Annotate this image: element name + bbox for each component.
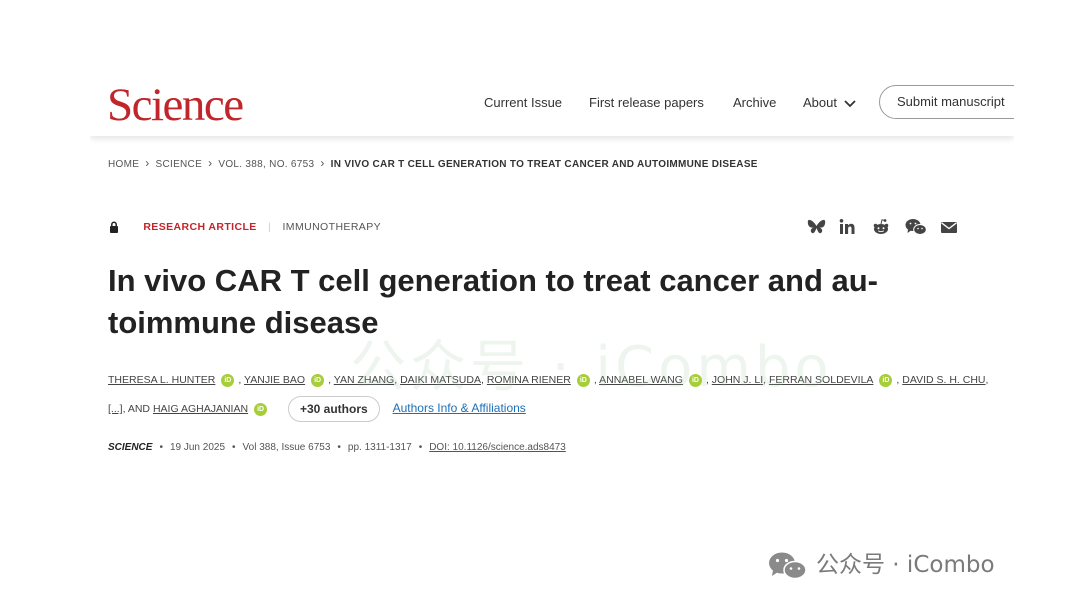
chevron-down-icon (843, 99, 856, 107)
chevron-right-icon: › (145, 156, 150, 170)
author-separator: , (238, 374, 242, 386)
publication-info: SCIENCE • 19 Jun 2025 • Vol 388, Issue 6753 •… (108, 441, 566, 455)
bluesky-icon[interactable] (807, 218, 826, 236)
authors-affiliations-link[interactable]: Authors Info & Affiliations (393, 401, 526, 415)
wechat-icon[interactable] (905, 218, 927, 236)
watermark-footer: 公众号 · iCombo (768, 550, 995, 580)
breadcrumb: HOME › SCIENCE › VOL. 388, NO. 6753 › IN VIVO … (108, 156, 758, 172)
article-page: Science Current Issue First release pape… (90, 70, 1014, 464)
science-logo[interactable]: Science (107, 78, 244, 132)
separator-dot: • (418, 442, 423, 453)
breadcrumb-home[interactable]: HOME (108, 159, 139, 170)
orcid-icon[interactable]: iD (311, 373, 325, 387)
linkedin-icon[interactable] (839, 218, 855, 236)
author-separator: , (328, 374, 332, 386)
title-line-1: In vivo CAR T cell generation to treat c… (108, 263, 879, 298)
article-meta-row: RESEARCH ARTICLE | IMMUNOTHERAPY (108, 219, 381, 235)
nav-archive[interactable]: Archive (733, 94, 776, 112)
volume-issue: Vol 388, Issue 6753 (242, 442, 331, 453)
email-icon[interactable] (940, 218, 958, 236)
article-subject-label[interactable]: IMMUNOTHERAPY (282, 221, 381, 233)
breadcrumb-volume[interactable]: VOL. 388, NO. 6753 (218, 159, 314, 170)
nav-current-issue[interactable]: Current Issue (484, 94, 562, 112)
authors-ellipsis-link[interactable]: [...] (108, 403, 123, 415)
chevron-right-icon: › (208, 156, 213, 170)
author-name[interactable]: THERESA L. HUNTER (108, 374, 215, 386)
divider: | (268, 221, 272, 233)
authors-and-text: , AND (122, 403, 151, 415)
author-name[interactable]: DAVID S. H. CHU (902, 374, 985, 386)
breadcrumb-current: IN VIVO CAR T CELL GENERATION TO TREAT C… (330, 159, 758, 170)
author-name[interactable]: YANJIE BAO (244, 374, 305, 386)
nav-about-label: About (803, 95, 837, 110)
lock-icon (110, 221, 118, 234)
orcid-icon[interactable]: iD (879, 373, 893, 387)
orcid-icon[interactable]: iD (254, 402, 268, 416)
separator-dot: • (337, 442, 341, 453)
author-name[interactable]: HAIG AGHAJANIAN (153, 403, 248, 415)
publication-date: 19 Jun 2025 (169, 442, 226, 453)
nav-first-release-papers[interactable]: First release papers (589, 94, 704, 112)
doi-link[interactable]: DOI: 10.1126/science.ads8473 (429, 442, 566, 453)
author-separator: , (985, 374, 989, 386)
reddit-icon[interactable] (872, 218, 890, 236)
author-separator: , (896, 374, 900, 386)
watermark-overlay: 公众号 · iCombo (350, 335, 833, 400)
separator-dot: • (232, 442, 236, 453)
nav-about[interactable]: About (803, 94, 856, 112)
page-range: pp. 1311-1317 (347, 442, 412, 453)
breadcrumb-science[interactable]: SCIENCE (156, 159, 203, 170)
article-type-label[interactable]: RESEARCH ARTICLE (143, 221, 256, 233)
submit-manuscript-button[interactable]: Submit manuscript (879, 85, 1014, 119)
wechat-icon (769, 552, 807, 579)
chevron-right-icon: › (320, 156, 325, 170)
watermark-footer-text: 公众号 · iCombo (816, 552, 995, 578)
orcid-icon[interactable]: iD (221, 373, 235, 387)
journal-name: SCIENCE (108, 442, 153, 453)
separator-dot: • (159, 442, 163, 453)
site-header: Science Current Issue First release pape… (90, 70, 1014, 136)
